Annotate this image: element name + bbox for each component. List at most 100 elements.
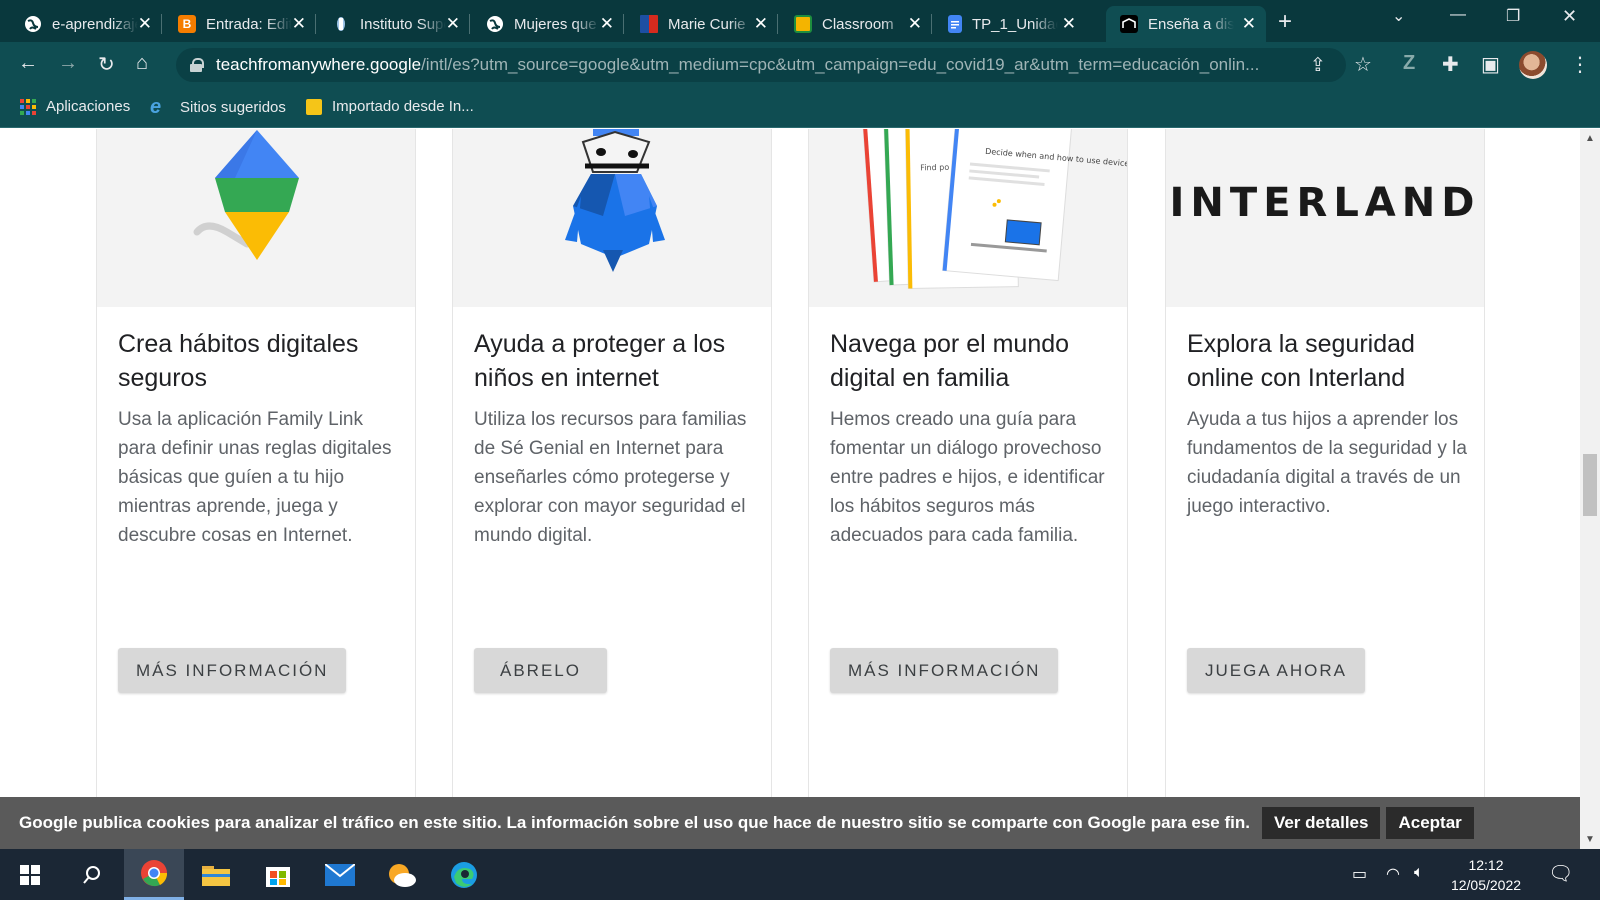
tab-entrada-editor[interactable]: B Entrada: Editor ✕	[164, 6, 316, 42]
tab-classroom[interactable]: Classroom ✕	[780, 6, 932, 42]
classroom-icon	[794, 15, 812, 33]
page-scrollbar[interactable]: ▲	[1580, 129, 1600, 849]
zotero-extension-icon[interactable]: Z	[1403, 52, 1415, 75]
close-window-icon[interactable]: ✕	[1562, 6, 1577, 27]
tab-label: e-aprendizaje	[52, 15, 138, 33]
notifications-icon[interactable]: 🗨︎	[1548, 861, 1573, 886]
volume-icon[interactable]: 🔈︎	[1414, 864, 1424, 882]
close-icon[interactable]: ✕	[446, 14, 460, 34]
minimize-icon[interactable]: —	[1450, 6, 1466, 24]
reload-icon[interactable]: ↻	[98, 52, 115, 77]
address-bar[interactable]: teachfromanywhere.google/intl/es?utm_sou…	[176, 48, 1346, 82]
card-description: Usa la aplicación Family Link para defin…	[118, 409, 392, 546]
tab-label: Enseña a distancia	[1148, 15, 1234, 33]
chrome-taskbar-app[interactable]	[124, 849, 184, 900]
blogger-icon: B	[178, 15, 196, 33]
home-icon[interactable]: ⌂	[136, 52, 148, 75]
interland-logo-area: INTERLAND	[1166, 129, 1484, 307]
mail-taskbar-app[interactable]	[310, 849, 370, 900]
mas-informacion-button[interactable]: Más información	[118, 648, 347, 693]
close-icon[interactable]: ✕	[600, 14, 614, 34]
search-icon	[83, 865, 100, 884]
windows-logo-icon	[20, 864, 40, 885]
store-taskbar-app[interactable]	[248, 849, 308, 900]
bookmark-apps[interactable]: Aplicaciones	[20, 98, 130, 115]
url-text[interactable]: teachfromanywhere.google/intl/es?utm_sou…	[216, 55, 1286, 75]
card-description: Utiliza los recursos para familias de Sé…	[474, 409, 747, 546]
edge-icon	[451, 861, 477, 888]
card-interland: INTERLAND Explora la seguridad online co…	[1165, 129, 1485, 846]
bookmark-label: Importado desde In...	[332, 98, 474, 115]
mail-icon	[325, 863, 355, 886]
bookmark-importado[interactable]: Importado desde In...	[306, 98, 474, 115]
family-guide-booklets: Find po Decide when and how to use devic…	[809, 129, 1127, 307]
tab-separator	[777, 14, 778, 34]
tab-mujeres[interactable]: Mujeres que ✕	[472, 6, 624, 42]
folder-icon	[202, 865, 230, 886]
bookmarks-bar: Aplicaciones e Sitios sugeridos Importad…	[0, 88, 1600, 128]
back-icon[interactable]: ←	[18, 52, 38, 75]
tab-ensena-a-distancia[interactable]: Enseña a distancia ✕	[1106, 6, 1266, 42]
battery-icon[interactable]: ▭	[1352, 864, 1367, 884]
menu-icon[interactable]: ⋮	[1570, 52, 1590, 77]
close-icon[interactable]: ✕	[908, 14, 922, 34]
tab-label: Marie Curie	[668, 15, 746, 33]
tab-strip: e-aprendizaje ✕ B Entrada: Editor ✕ Inst…	[0, 0, 1600, 42]
close-icon[interactable]: ✕	[138, 14, 152, 34]
card-title: Ayuda a proteger a los niños en internet	[474, 330, 726, 392]
scroll-up-icon[interactable]: ▲	[1585, 133, 1595, 144]
profile-avatar[interactable]	[1519, 51, 1547, 79]
lock-icon[interactable]	[190, 58, 204, 72]
cookie-message: Google publica cookies para analizar el …	[19, 813, 1250, 832]
tab-label: Mujeres que	[514, 15, 597, 33]
globe-icon	[24, 15, 42, 33]
bookmark-label: Aplicaciones	[46, 98, 131, 115]
close-icon[interactable]: ✕	[1062, 14, 1076, 34]
url-host: teachfromanywhere.google	[216, 55, 422, 74]
search-button[interactable]	[62, 849, 122, 900]
tab-label: Instituto Superior	[360, 15, 446, 33]
bookmark-star-icon[interactable]: ☆	[1354, 52, 1372, 77]
card-title: Navega por el mundo digital en familia	[830, 330, 1070, 392]
clock-time: 12:12	[1468, 857, 1504, 873]
tab-instituto[interactable]: Instituto Superior ✕	[318, 6, 470, 42]
wifi-icon[interactable]: ◠	[1386, 864, 1400, 884]
tab-separator	[623, 14, 624, 34]
share-icon[interactable]: ⇪	[1310, 54, 1326, 77]
forward-icon[interactable]: →	[58, 52, 78, 75]
cookie-consent-bar: Google publica cookies para analizar el …	[0, 797, 1580, 849]
edge-taskbar-app[interactable]	[434, 849, 494, 900]
restore-icon[interactable]: ❐	[1506, 6, 1520, 26]
tab-separator	[931, 14, 932, 34]
extensions-icon[interactable]: ✚	[1442, 52, 1459, 77]
page-viewport: Crea hábitos digitales seguros Usa la ap…	[0, 129, 1580, 849]
mas-informacion-button[interactable]: Más información	[830, 648, 1059, 693]
ver-detalles-button[interactable]: Ver detalles	[1261, 807, 1381, 839]
tab-search-icon[interactable]: ⌄	[1392, 6, 1405, 26]
tab-label: Classroom	[822, 15, 894, 33]
tab-marie-curie[interactable]: Marie Curie ✕	[626, 6, 778, 42]
scroll-thumb[interactable]	[1583, 454, 1597, 516]
tab-separator	[161, 14, 162, 34]
bookmark-sitios-sugeridos[interactable]: e Sitios sugeridos	[150, 97, 286, 117]
close-icon[interactable]: ✕	[1242, 14, 1256, 34]
tab-e-aprendizaje[interactable]: e-aprendizaje ✕	[10, 6, 162, 42]
windows-taskbar: ▭ ◠ 🔈︎ 12:12 12/05/2022 🗨︎	[0, 849, 1600, 900]
abrelo-button[interactable]: Ábrelo	[474, 648, 607, 693]
bookmark-label: Sitios sugeridos	[180, 98, 286, 116]
taskbar-clock[interactable]: 12:12 12/05/2022	[1440, 855, 1532, 895]
close-icon[interactable]: ✕	[754, 14, 768, 34]
scroll-down-icon[interactable]: ▼	[1585, 834, 1595, 845]
start-button[interactable]	[0, 849, 60, 900]
tab-tp1-unidad[interactable]: TP_1_Unidad ✕	[934, 6, 1086, 42]
close-icon[interactable]: ✕	[292, 14, 306, 34]
aceptar-button[interactable]: Aceptar	[1386, 807, 1474, 839]
file-explorer-taskbar-app[interactable]	[186, 849, 246, 900]
card-family-link: Crea hábitos digitales seguros Usa la ap…	[96, 129, 416, 846]
juega-ahora-button[interactable]: Juega ahora	[1187, 648, 1365, 693]
new-tab-button[interactable]: +	[1278, 8, 1292, 36]
side-panel-icon[interactable]: ▣	[1481, 52, 1500, 77]
be-internet-awesome-robot	[453, 129, 771, 307]
weather-taskbar-app[interactable]	[372, 849, 432, 900]
browser-toolbar: ← → ↻ ⌂ teachfromanywhere.google/intl/es…	[0, 42, 1600, 88]
